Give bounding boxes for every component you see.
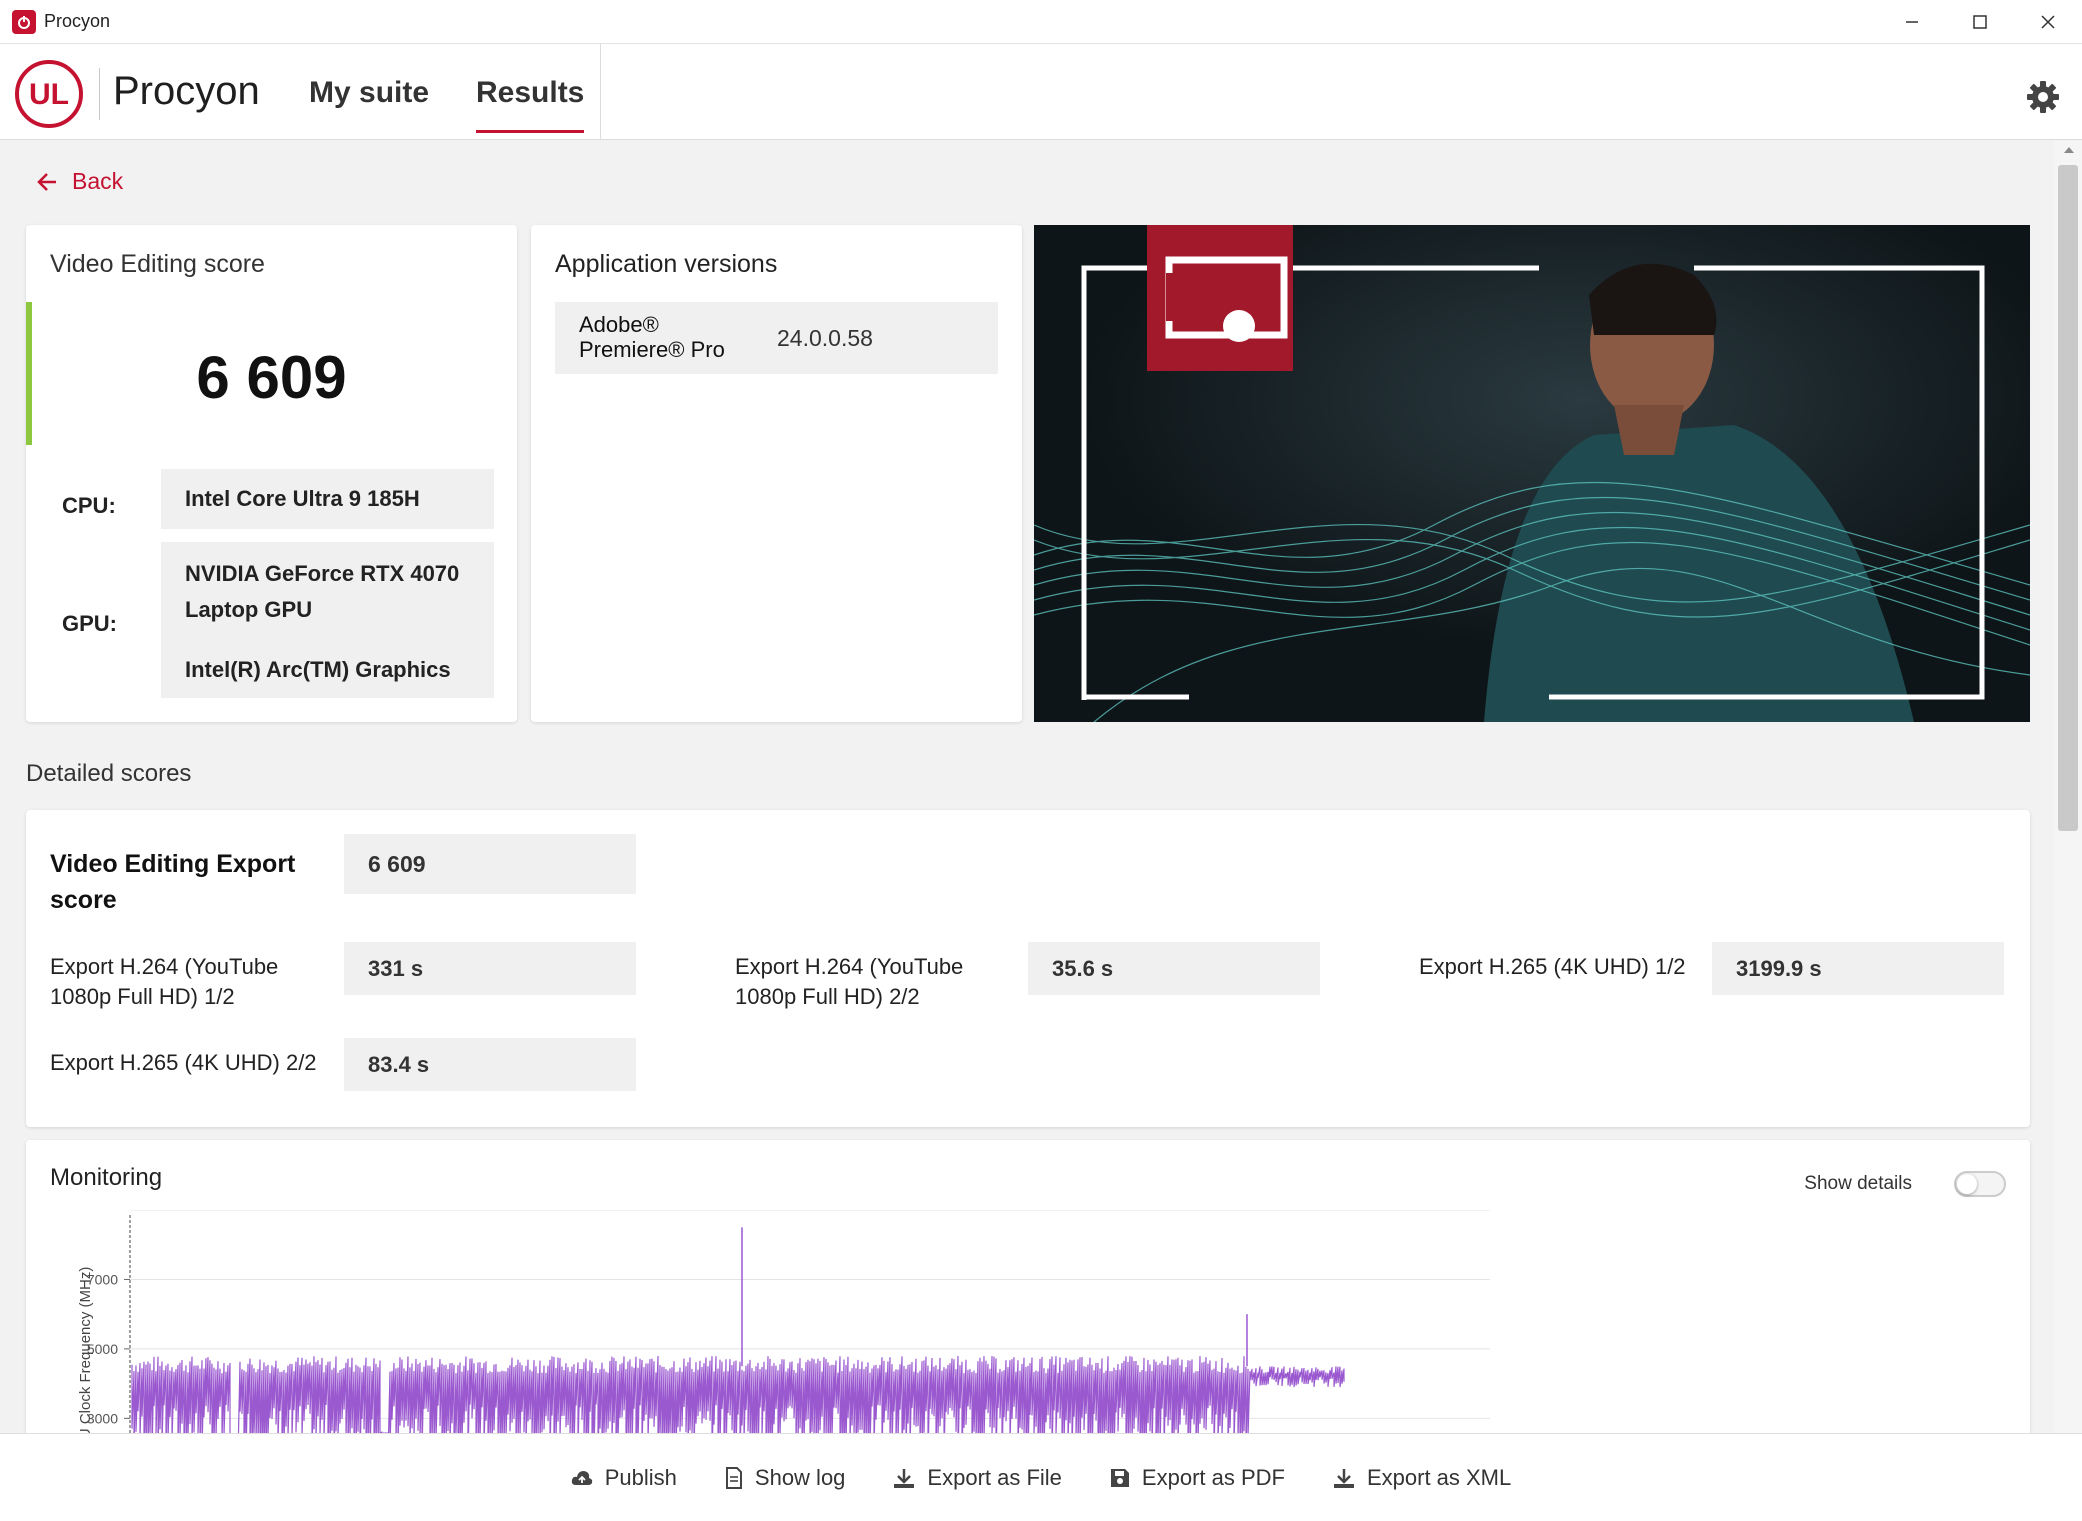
app-icon [12, 9, 36, 34]
svg-text:UL: UL [29, 78, 69, 111]
cloud-upload-icon [571, 1470, 592, 1485]
app-version: 24.0.0.58 [777, 325, 873, 351]
export-xml-button[interactable]: Export as XML [1333, 1465, 1511, 1491]
gpu-value-box: NVIDIA GeForce RTX 4070 Laptop GPU Intel… [161, 542, 494, 698]
ul-logo: UL [15, 60, 83, 128]
close-icon [2041, 15, 2055, 29]
publish-label: Publish [604, 1464, 677, 1490]
overall-score: 6 609 [196, 344, 347, 411]
scrollbar-thumb[interactable] [2058, 165, 2078, 831]
monitoring-card: Monitoring Show details 3000 5000 7000 CPU … [26, 1140, 2030, 1460]
gpu-label: GPU: [62, 611, 117, 636]
gear-icon[interactable] [2026, 80, 2060, 114]
detail-label-4: Export H.265 (4K UHD) 2/2 [50, 1050, 317, 1075]
gpu-value-1-cont: Laptop GPU [185, 597, 313, 622]
vertical-scrollbar[interactable] [2054, 141, 2082, 1433]
minimize-icon [1906, 21, 1918, 23]
download-icon [894, 1468, 915, 1488]
show-details-toggle[interactable] [1954, 1171, 2006, 1197]
detail-label-3: Export H.265 (4K UHD) 1/2 [1419, 954, 1686, 979]
app-header: UL Procyon My suite Results [0, 44, 2082, 140]
show-details-label: Show details [1804, 1173, 1912, 1194]
minimize-button[interactable] [1878, 0, 1946, 44]
maximize-button[interactable] [1946, 0, 2014, 44]
main-score-value: 6 609 [344, 834, 636, 894]
window-title: Procyon [44, 11, 111, 31]
tab-results[interactable]: Results [476, 76, 585, 133]
score-card-title: Video Editing score [50, 250, 265, 278]
back-label: Back [72, 168, 124, 194]
show-log-button[interactable]: Show log [725, 1464, 846, 1491]
window-titlebar: Procyon [0, 0, 2082, 44]
toggle-knob [1957, 1174, 1977, 1194]
detail-value-4: 83.4 s [344, 1038, 636, 1091]
app-version-row: Adobe® Premiere® Pro 24.0.0.58 [555, 302, 998, 374]
export-file-button[interactable]: Export as File [893, 1465, 1062, 1491]
maximize-icon [1973, 15, 1987, 29]
close-button[interactable] [2014, 0, 2082, 44]
save-icon [1110, 1468, 1129, 1487]
brand-name: Procyon [113, 69, 260, 113]
score-card: Video Editing score 6 609 CPU: Intel Cor… [26, 225, 517, 722]
detailed-scores-title: Detailed scores [26, 760, 192, 787]
arrow-left-icon [37, 172, 56, 191]
scroll-up-icon[interactable] [2064, 147, 2074, 153]
detail-label-2: Export H.264 (YouTube 1080p Full HD) 2/2 [735, 954, 964, 1009]
main-score-label: Video Editing Export score [50, 850, 296, 914]
application-versions-card: Application versions Adobe® Premiere® Pr… [531, 225, 1022, 722]
detail-label-1: Export H.264 (YouTube 1080p Full HD) 1/2 [50, 954, 279, 1009]
detail-value-1: 331 s [344, 942, 636, 995]
detail-value-3: 3199.9 s [1712, 942, 2004, 995]
benchmark-banner-image [1034, 225, 2030, 722]
gpu-value-1: NVIDIA GeForce RTX 4070 [185, 561, 460, 586]
gpu-value-2: Intel(R) Arc(TM) Graphics [185, 657, 451, 682]
cpu-label: CPU: [62, 493, 116, 518]
download-icon [1333, 1468, 1354, 1488]
chart-y-axis-label: CPU Clock Frequency (MHz) [77, 1267, 94, 1460]
cpu-value: Intel Core Ultra 9 185H [161, 469, 494, 529]
tab-my-suite[interactable]: My suite [309, 76, 429, 110]
monitoring-chart: 300050007000CPU Clock Frequency (MHz) [77, 1210, 1490, 1460]
bottom-action-bar: Publish Show log Export as File Export a… [0, 1433, 2082, 1521]
export-pdf-button[interactable]: Export as PDF [1110, 1465, 1285, 1491]
document-icon [725, 1466, 742, 1489]
export-pdf-label: Export as PDF [1141, 1464, 1285, 1490]
back-link[interactable]: Back [36, 168, 123, 195]
detail-value-2: 35.6 s [1028, 942, 1320, 995]
publish-button[interactable]: Publish [571, 1465, 677, 1491]
app-versions-title: Application versions [555, 250, 778, 278]
app-name: Adobe® Premiere® Pro [579, 312, 725, 362]
export-xml-label: Export as XML [1366, 1464, 1512, 1490]
detailed-scores-card: Video Editing Export score 6 609 Export … [26, 810, 2030, 1127]
nav-divider [600, 44, 601, 140]
show-log-label: Show log [754, 1464, 846, 1490]
monitoring-title: Monitoring [50, 1164, 163, 1191]
export-file-label: Export as File [927, 1464, 1062, 1490]
logo-divider [99, 68, 100, 120]
